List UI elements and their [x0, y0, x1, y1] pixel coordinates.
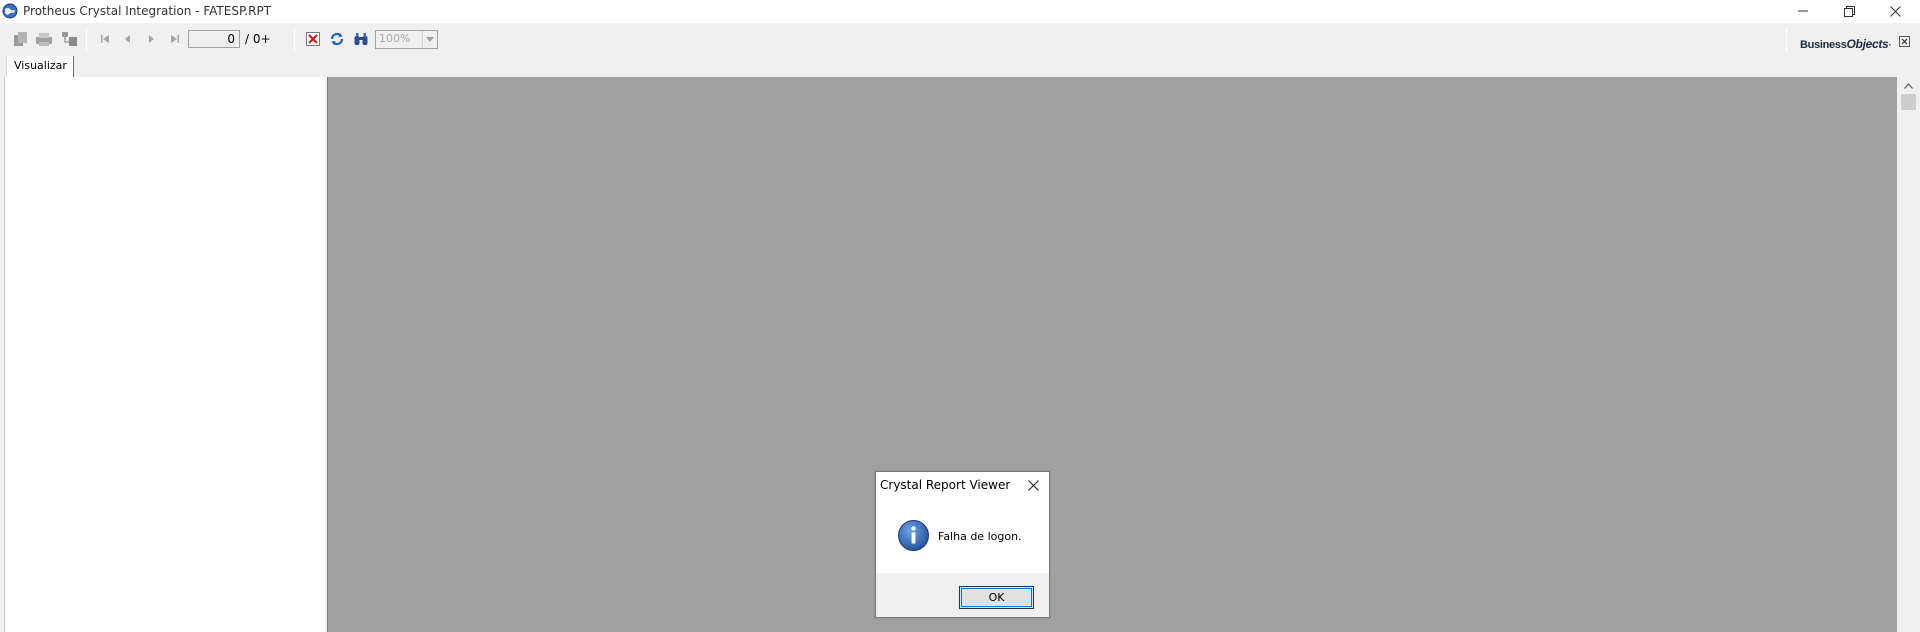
group-tree-pane [0, 77, 327, 632]
business-objects-logo: BusinessObjects· [1800, 37, 1892, 51]
close-icon [1889, 5, 1901, 17]
app-globe-icon [2, 3, 18, 19]
title-bar: Protheus Crystal Integration - FATESP.RP… [0, 0, 1920, 23]
info-icon [897, 519, 930, 552]
logon-error-dialog: Crystal Report Viewer Falha de logon. OK [875, 471, 1050, 618]
window-title: Protheus Crystal Integration - FATESP.RP… [23, 4, 272, 18]
dialog-message: Falha de logon. [938, 530, 1022, 543]
previous-page-icon[interactable] [118, 30, 138, 48]
report-preview-area[interactable] [327, 77, 1897, 632]
page-total-label: / 0+ [245, 32, 271, 46]
restore-button[interactable] [1826, 0, 1872, 22]
scroll-up-icon[interactable] [1900, 79, 1917, 93]
first-page-icon[interactable] [95, 30, 115, 48]
dialog-footer: OK [876, 573, 1049, 617]
viewer-toolbar: 0 / 0+ 100% BusinessObjects· [0, 23, 1920, 56]
refresh-icon[interactable] [327, 30, 347, 48]
minimize-button[interactable] [1780, 0, 1826, 22]
export-icon[interactable] [11, 30, 31, 48]
print-icon[interactable] [34, 30, 54, 48]
dialog-close-button[interactable] [1023, 476, 1043, 494]
tab-visualizar[interactable]: Visualizar [6, 56, 74, 77]
close-viewer-icon[interactable] [1898, 35, 1911, 48]
minimize-icon [1798, 10, 1808, 12]
ok-button[interactable]: OK [959, 586, 1034, 609]
restore-icon [1843, 5, 1855, 17]
stop-icon[interactable] [303, 30, 323, 48]
close-icon [1027, 479, 1039, 491]
search-binoculars-icon[interactable] [351, 30, 371, 48]
scroll-thumb[interactable] [1901, 94, 1916, 110]
dialog-title: Crystal Report Viewer [880, 478, 1011, 492]
vertical-scrollbar[interactable] [1897, 77, 1920, 632]
toggle-group-tree-icon[interactable] [60, 30, 80, 48]
page-number-input[interactable]: 0 [188, 30, 240, 48]
last-page-icon[interactable] [165, 30, 185, 48]
close-button[interactable] [1872, 0, 1918, 22]
group-tree[interactable] [4, 77, 325, 632]
tab-bar: Visualizar [0, 56, 1920, 77]
zoom-value: 100% [379, 32, 411, 45]
chevron-down-icon[interactable] [422, 31, 437, 48]
next-page-icon[interactable] [141, 30, 161, 48]
zoom-select[interactable]: 100% [375, 30, 438, 49]
